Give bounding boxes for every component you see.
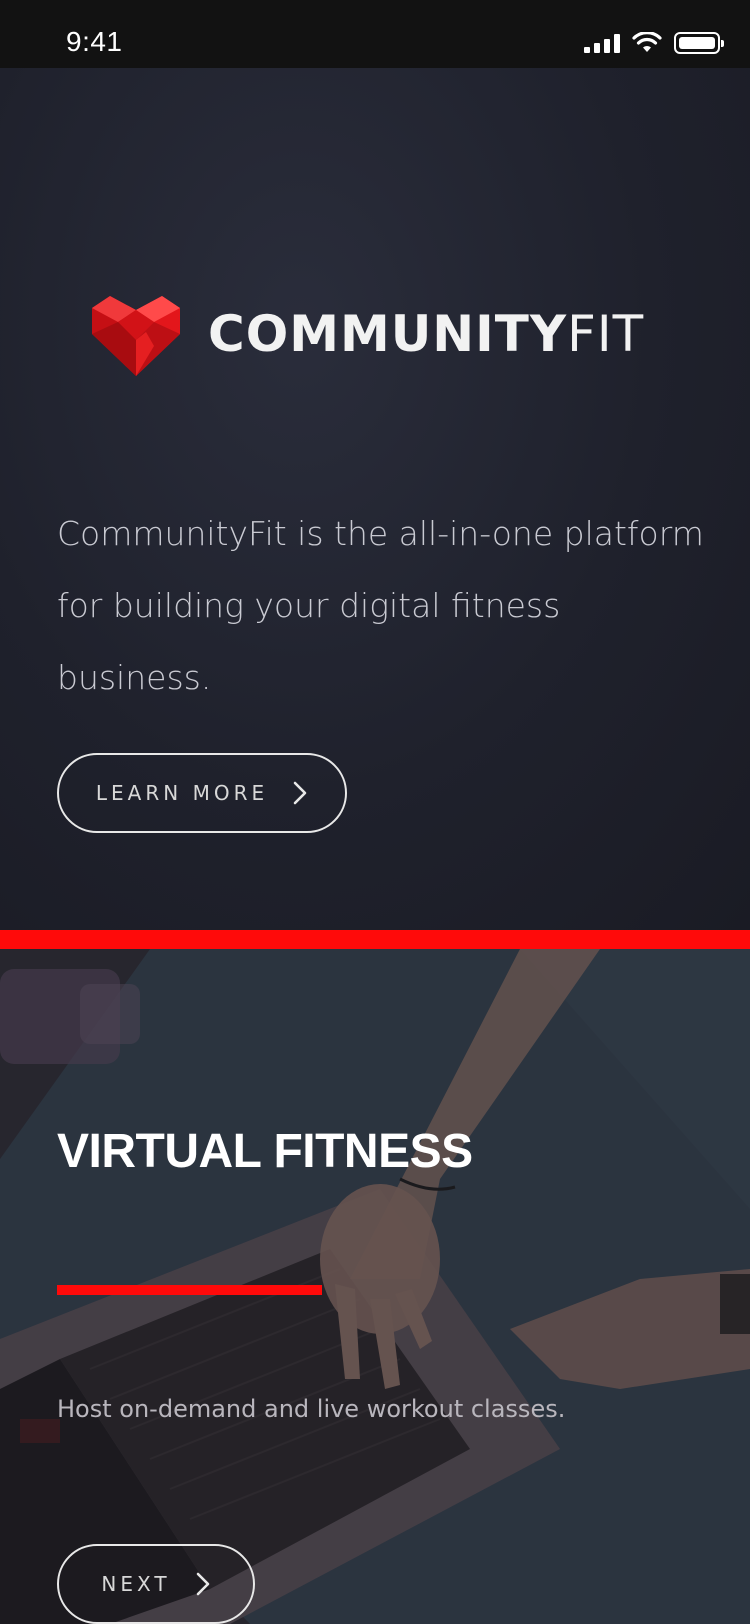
brand-wordmark-strong: COMMUNITY <box>208 305 568 363</box>
wifi-icon <box>632 32 662 52</box>
brand-logo: COMMUNITYFIT <box>88 292 644 376</box>
app-screen: 9:41 COMMUNITYFIT CommunityFit is the al… <box>0 0 750 1624</box>
battery-icon <box>674 32 724 54</box>
status-time: 9:41 <box>66 26 123 57</box>
brand-wordmark-light: FIT <box>567 305 645 363</box>
title-underline <box>57 1285 322 1295</box>
cellular-signal-icon <box>584 33 620 53</box>
next-button[interactable]: NEXT <box>57 1544 255 1624</box>
feature-title: VIRTUAL FITNESS <box>57 1125 473 1178</box>
brand-wordmark: COMMUNITYFIT <box>208 305 644 363</box>
learn-more-label: LEARN MORE <box>95 781 269 805</box>
status-icons <box>584 32 724 54</box>
learn-more-button[interactable]: LEARN MORE <box>57 753 347 833</box>
next-label: NEXT <box>101 1572 171 1596</box>
chevron-right-icon <box>196 1572 209 1596</box>
hero-description: CommunityFit is the all-in-one platform … <box>57 514 704 697</box>
section-divider <box>0 930 750 949</box>
feature-section: VIRTUAL FITNESS Host on-demand and live … <box>0 949 750 1624</box>
heart-icon <box>92 296 180 376</box>
hero-section: COMMUNITYFIT CommunityFit is the all-in-… <box>0 68 750 930</box>
chevron-right-icon <box>293 781 307 805</box>
feature-description: Host on-demand and live workout classes. <box>57 1395 566 1423</box>
status-bar: 9:41 <box>0 0 750 68</box>
